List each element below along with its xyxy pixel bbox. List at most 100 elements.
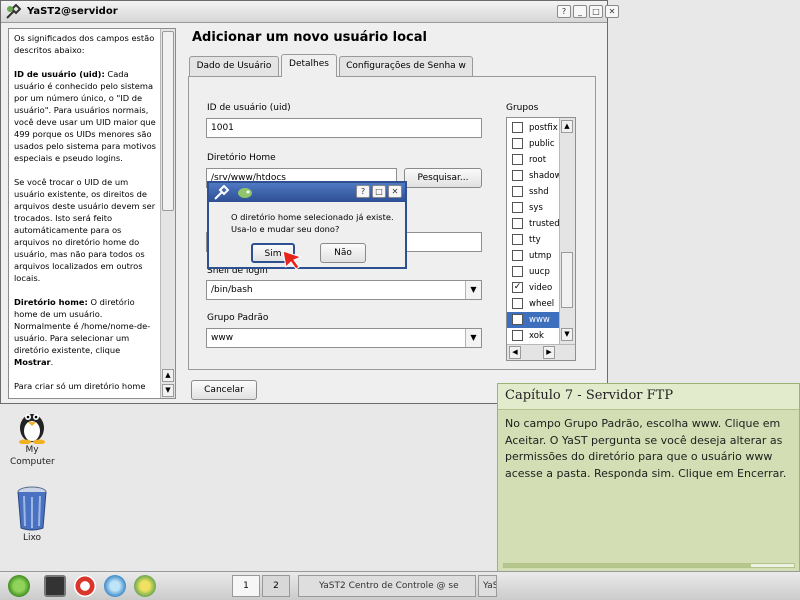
chevron-down-icon[interactable]: ▼ bbox=[465, 281, 481, 299]
help-text-span: Cada usuário é conhecido pelo sistema po… bbox=[14, 69, 156, 163]
terminal-icon[interactable] bbox=[44, 575, 66, 597]
group-checkbox[interactable] bbox=[512, 170, 523, 181]
help-panel[interactable]: Os significados dos campos estão descrit… bbox=[8, 28, 176, 399]
page-title: Adicionar um novo usuário local bbox=[192, 30, 427, 45]
group-checkbox[interactable] bbox=[512, 250, 523, 261]
group-checkbox[interactable] bbox=[512, 330, 523, 341]
yast-tray-icon[interactable] bbox=[134, 575, 156, 597]
default-group-combo[interactable]: www ▼ bbox=[206, 328, 482, 348]
help-paragraph: ID de usuário (uid): Cada usuário é conh… bbox=[14, 68, 159, 164]
pointer-arrow-icon bbox=[282, 250, 303, 270]
start-menu-icon[interactable] bbox=[8, 575, 30, 597]
tux-icon bbox=[19, 414, 45, 444]
tab-details[interactable]: Detalhes bbox=[281, 54, 337, 77]
tab-password-settings[interactable]: Configurações de Senha w bbox=[339, 56, 473, 76]
scroll-thumb[interactable] bbox=[162, 31, 174, 211]
dialog-titlebar[interactable]: ? □ ✕ bbox=[209, 183, 405, 202]
group-checkbox[interactable] bbox=[512, 234, 523, 245]
desktop-pager-2[interactable]: 2 bbox=[262, 575, 290, 597]
group-name: xok bbox=[529, 331, 544, 341]
group-item-www[interactable]: ✓ www bbox=[507, 312, 561, 328]
group-checkbox[interactable]: ✓ bbox=[512, 282, 523, 293]
group-checkbox[interactable] bbox=[512, 154, 523, 165]
desktop-icon-trash[interactable]: Lixo bbox=[2, 484, 62, 544]
desktop-icon-my-computer[interactable]: My Computer bbox=[2, 404, 62, 468]
help-paragraph: Diretório home: O diretório home de um u… bbox=[14, 296, 159, 368]
group-name: root bbox=[529, 155, 547, 165]
group-item-uucp[interactable]: uucp bbox=[507, 264, 561, 280]
groups-scrollbar[interactable]: ▲ ▼ bbox=[559, 118, 575, 344]
group-item-video[interactable]: ✓ video bbox=[507, 280, 561, 296]
group-checkbox[interactable] bbox=[512, 218, 523, 229]
no-button[interactable]: Não bbox=[320, 243, 366, 263]
help-text-span: . bbox=[50, 357, 54, 367]
tutorial-progress-fill bbox=[504, 564, 751, 567]
confirm-dialog: ? □ ✕ O diretório home selecionado já ex… bbox=[207, 181, 407, 269]
minimize-icon[interactable]: _ bbox=[573, 5, 587, 18]
groups-list[interactable]: postfix public root shadow sshd sys trusted tty… bbox=[506, 117, 576, 361]
close-icon[interactable]: ✕ bbox=[388, 185, 402, 198]
group-name: public bbox=[529, 139, 555, 149]
close-icon[interactable]: ✕ bbox=[605, 5, 619, 18]
taskbar-item-yast[interactable]: YaS bbox=[478, 575, 497, 597]
group-checkbox[interactable] bbox=[512, 298, 523, 309]
group-item-tty[interactable]: tty bbox=[507, 232, 561, 248]
scroll-left-icon[interactable]: ◀ bbox=[509, 346, 521, 359]
help-icon[interactable]: ? bbox=[356, 185, 370, 198]
help-center-icon[interactable] bbox=[74, 575, 96, 597]
group-checkbox[interactable] bbox=[512, 138, 523, 149]
help-term: Mostrar bbox=[14, 357, 51, 367]
help-term: ID de usuário (uid): bbox=[14, 69, 105, 79]
groups-hscrollbar[interactable]: ◀ ▶ bbox=[507, 344, 575, 360]
suse-logo-icon bbox=[238, 188, 252, 198]
group-item-xok[interactable]: xok bbox=[507, 328, 561, 344]
taskbar: 1 2 YaST2 Centro de Controle @ se YaS bbox=[0, 571, 800, 600]
group-checkbox[interactable]: ✓ bbox=[512, 314, 523, 325]
default-group-value: www bbox=[211, 333, 234, 343]
default-group-label: Grupo Padrão bbox=[207, 313, 269, 323]
group-name: wheel bbox=[529, 299, 555, 309]
group-item-sshd[interactable]: sshd bbox=[507, 184, 561, 200]
tutorial-progress-bar[interactable] bbox=[503, 563, 795, 568]
group-name: sys bbox=[529, 203, 543, 213]
maximize-icon[interactable]: □ bbox=[372, 185, 386, 198]
browse-button[interactable]: Pesquisar... bbox=[404, 168, 482, 188]
shell-combo[interactable]: /bin/bash ▼ bbox=[206, 280, 482, 300]
group-checkbox[interactable] bbox=[512, 186, 523, 197]
tab-user-data[interactable]: Dado de Usuário bbox=[189, 56, 279, 76]
network-icon[interactable] bbox=[104, 575, 126, 597]
help-scrollbar[interactable]: ▲ ▼ bbox=[160, 29, 175, 398]
help-icon[interactable]: ? bbox=[557, 5, 571, 18]
group-item-sys[interactable]: sys bbox=[507, 200, 561, 216]
group-checkbox[interactable] bbox=[512, 122, 523, 133]
scroll-up-icon[interactable]: ▲ bbox=[162, 369, 174, 382]
uid-input[interactable]: 1001 bbox=[206, 118, 482, 138]
scroll-up-icon[interactable]: ▲ bbox=[561, 120, 573, 133]
scroll-down-icon[interactable]: ▼ bbox=[561, 328, 573, 341]
tutorial-header: Capítulo 7 - Servidor FTP bbox=[498, 384, 799, 410]
group-checkbox[interactable] bbox=[512, 202, 523, 213]
scroll-right-icon[interactable]: ▶ bbox=[543, 346, 555, 359]
scroll-thumb[interactable] bbox=[561, 252, 573, 308]
group-item-trusted[interactable]: trusted bbox=[507, 216, 561, 232]
scroll-down-icon[interactable]: ▼ bbox=[162, 384, 174, 397]
home-dir-label: Diretório Home bbox=[207, 153, 276, 163]
group-item-root[interactable]: root bbox=[507, 152, 561, 168]
group-item-utmp[interactable]: utmp bbox=[507, 248, 561, 264]
group-name: uucp bbox=[529, 267, 550, 277]
desktop-pager-1[interactable]: 1 bbox=[232, 575, 260, 597]
taskbar-item-yast-control-center[interactable]: YaST2 Centro de Controle @ se bbox=[298, 575, 476, 597]
window-titlebar[interactable]: YaST2@servidor ? _ □ ✕ bbox=[1, 1, 619, 23]
groups-label: Grupos bbox=[506, 103, 539, 113]
maximize-icon[interactable]: □ bbox=[589, 5, 603, 18]
group-item-public[interactable]: public bbox=[507, 136, 561, 152]
group-checkbox[interactable] bbox=[512, 266, 523, 277]
yast-app-icon bbox=[6, 4, 21, 19]
group-item-shadow[interactable]: shadow bbox=[507, 168, 562, 184]
group-item-postfix[interactable]: postfix bbox=[507, 120, 561, 136]
window-title: YaST2@servidor bbox=[27, 6, 118, 17]
cancel-button[interactable]: Cancelar bbox=[191, 380, 257, 400]
desktop-icon-label: Lixo bbox=[22, 533, 42, 543]
chevron-down-icon[interactable]: ▼ bbox=[465, 329, 481, 347]
group-item-wheel[interactable]: wheel bbox=[507, 296, 561, 312]
